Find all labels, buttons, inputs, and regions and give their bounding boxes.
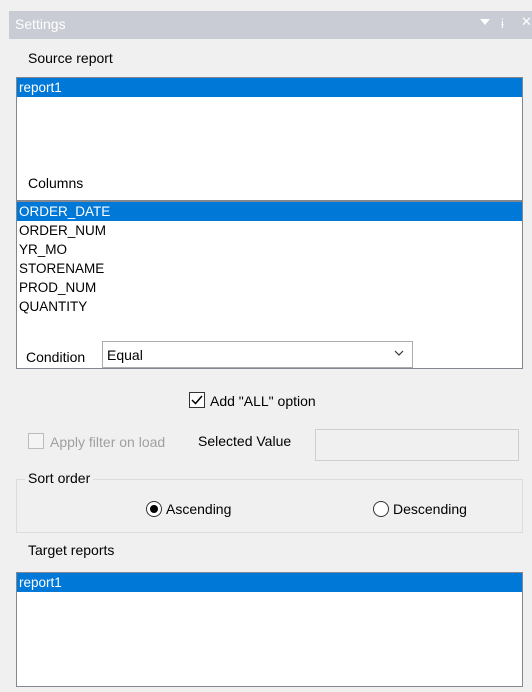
pin-icon[interactable]: ɨ bbox=[501, 16, 504, 31]
panel-title: Settings bbox=[15, 16, 66, 32]
close-icon[interactable]: ✕ bbox=[521, 14, 532, 30]
condition-select[interactable]: Equal bbox=[102, 341, 413, 368]
sort-order-group: Sort order Ascending Descending bbox=[16, 470, 523, 533]
list-item[interactable]: PROD_NUM bbox=[17, 278, 522, 297]
source-report-listbox[interactable]: report1 bbox=[16, 77, 523, 201]
selected-value-label: Selected Value bbox=[198, 433, 292, 449]
apply-filter-on-load-checkbox[interactable] bbox=[28, 433, 44, 449]
radio-selected-dot bbox=[150, 505, 158, 513]
ascending-radio[interactable] bbox=[146, 501, 162, 517]
add-all-option-label[interactable]: Add "ALL" option bbox=[210, 393, 316, 409]
source-report-label: Source report bbox=[28, 50, 113, 66]
ascending-label[interactable]: Ascending bbox=[166, 501, 231, 517]
columns-label: Columns bbox=[28, 175, 84, 191]
add-all-option-checkbox[interactable] bbox=[189, 392, 205, 408]
list-item[interactable]: ORDER_NUM bbox=[17, 221, 522, 240]
sort-order-legend: Sort order bbox=[25, 470, 94, 486]
condition-select-value: Equal bbox=[107, 347, 143, 363]
list-item[interactable]: QUANTITY bbox=[17, 297, 522, 316]
list-item[interactable]: YR_MO bbox=[17, 240, 522, 259]
apply-filter-on-load-label: Apply filter on load bbox=[50, 434, 166, 450]
selected-value-input[interactable] bbox=[315, 429, 519, 461]
check-icon bbox=[191, 395, 203, 405]
target-reports-label: Target reports bbox=[28, 542, 115, 558]
target-reports-listbox[interactable]: report1 bbox=[16, 572, 523, 687]
panel-titlebar: Settings ɨ ✕ bbox=[9, 11, 532, 39]
list-item[interactable]: report1 bbox=[17, 78, 522, 97]
descending-label[interactable]: Descending bbox=[393, 501, 467, 517]
condition-label: Condition bbox=[26, 349, 86, 365]
list-item[interactable]: STORENAME bbox=[17, 259, 522, 278]
chevron-down-icon bbox=[394, 350, 404, 356]
list-item[interactable]: report1 bbox=[17, 573, 522, 592]
settings-content: Source report report1 Columns ORDER_DATE… bbox=[9, 39, 532, 692]
descending-radio[interactable] bbox=[373, 501, 389, 517]
settings-panel: Settings ɨ ✕ Source report report1 Colum… bbox=[0, 0, 532, 692]
panel-menu-dropdown-icon[interactable] bbox=[479, 16, 491, 28]
list-item[interactable]: ORDER_DATE bbox=[17, 202, 522, 221]
